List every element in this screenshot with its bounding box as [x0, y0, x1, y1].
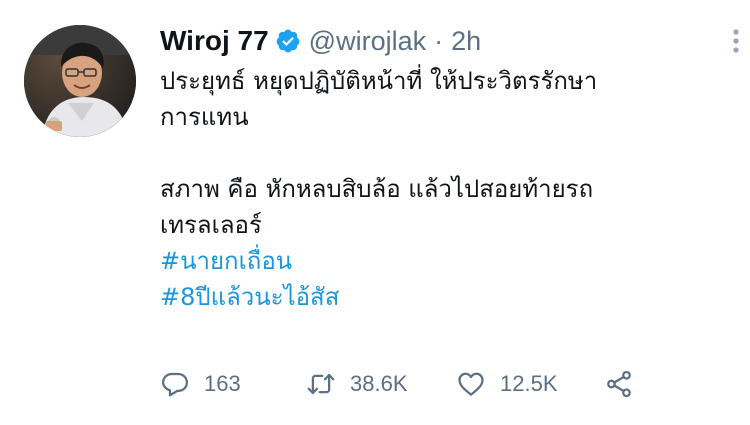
tweet-text-line: เทรลเลอร์ — [160, 211, 262, 239]
verified-badge-icon — [276, 29, 300, 53]
separator-dot: · — [434, 25, 444, 56]
like-count: 12.5K — [500, 371, 558, 396]
retweet-button[interactable]: 38.6K — [306, 369, 456, 399]
tweet-text-line: ประยุทธ์ หยุดปฏิบัติหน้าที่ ให้ประวิตรรั… — [160, 67, 598, 95]
reply-button[interactable]: 163 — [160, 369, 306, 399]
share-button[interactable] — [604, 369, 634, 399]
reply-icon — [162, 372, 188, 397]
like-button[interactable]: 12.5K — [456, 369, 604, 399]
hashtag-link[interactable]: #8ปีแล้วนะไอ้สัส — [160, 279, 735, 315]
display-name[interactable]: Wiroj 77 — [160, 25, 269, 57]
hashtag-link[interactable]: #นายกเถื่อน — [160, 243, 735, 279]
handle[interactable]: @wirojlak — [309, 26, 426, 57]
retweet-count: 38.6K — [350, 371, 408, 396]
share-icon — [607, 370, 631, 398]
reply-count: 163 — [204, 371, 241, 396]
more-options-icon[interactable] — [724, 26, 748, 56]
retweet-icon — [307, 373, 335, 395]
tweet-text: ประยุทธ์ หยุดปฏิบัติหน้าที่ ให้ประวิตรรั… — [160, 63, 735, 315]
timestamp[interactable]: 2h — [451, 26, 481, 57]
tweet-header: Wiroj 77 @wirojlak · 2h — [160, 24, 481, 58]
avatar[interactable] — [24, 25, 136, 137]
tweet-actions: 163 38.6K 12.5K — [160, 364, 634, 404]
tweet-text-line: สภาพ คือ หักหลบสิบล้อ แล้วไปสอยท้ายรถ — [160, 175, 594, 203]
tweet-text-line: การแทน — [160, 103, 249, 131]
avatar-photo — [24, 25, 136, 137]
heart-icon — [458, 372, 484, 396]
